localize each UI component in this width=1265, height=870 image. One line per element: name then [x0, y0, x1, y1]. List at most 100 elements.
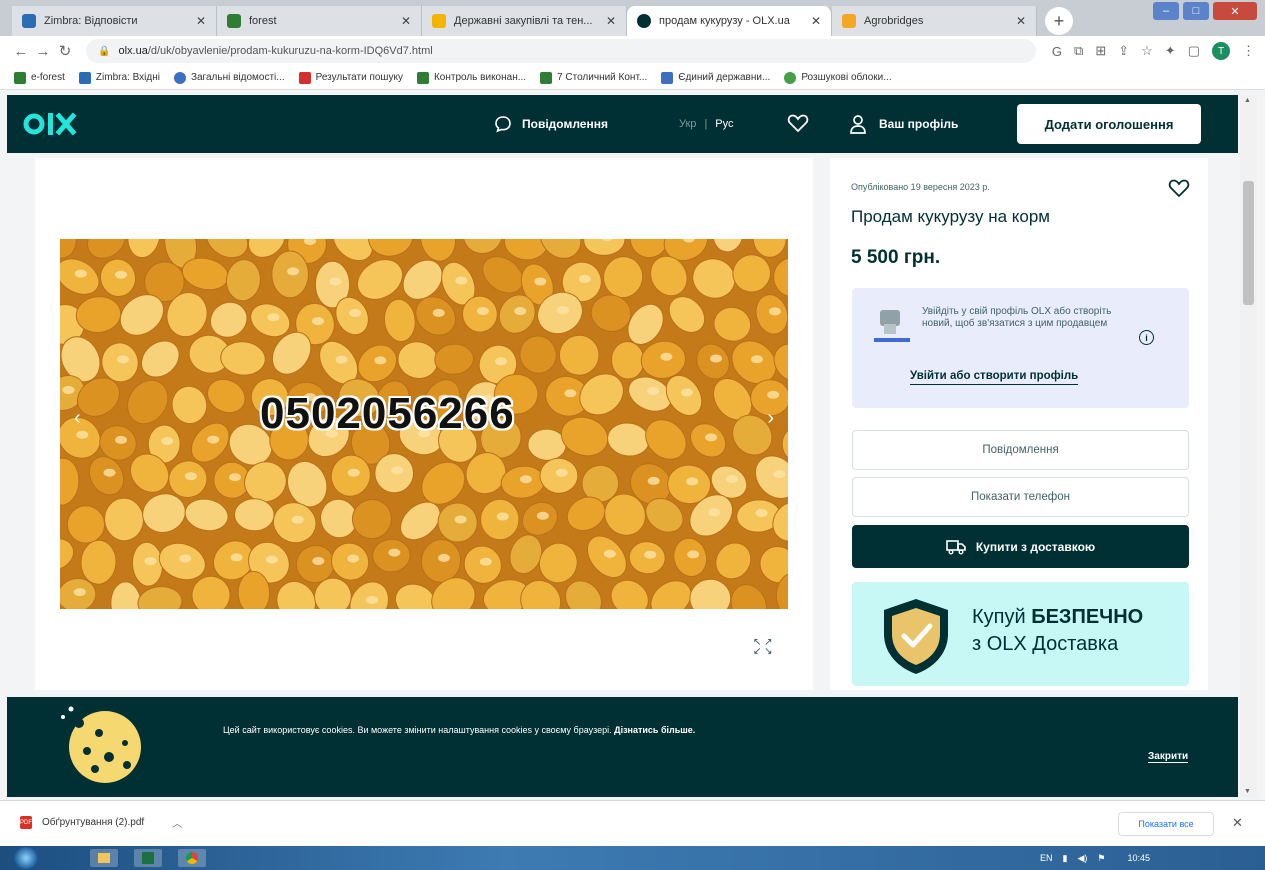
- bookmark-item[interactable]: 7 Столичний Конт...: [540, 71, 647, 84]
- browser-tab[interactable]: Zimbra: Відповісти ✕: [12, 6, 217, 36]
- listing-photo[interactable]: 0502056266 ‹ ›: [60, 239, 788, 609]
- start-button[interactable]: [14, 847, 38, 869]
- windows-taskbar: EN ▮ ◀) ⚑ 10:45: [0, 846, 1265, 870]
- add-to-favorites-heart-icon[interactable]: [1168, 178, 1190, 201]
- taskbar-excel-icon[interactable]: [134, 849, 162, 867]
- cookie-close-button[interactable]: Закрити: [1148, 751, 1189, 763]
- bookmark-icon: [173, 71, 186, 84]
- close-icon[interactable]: ✕: [811, 14, 821, 28]
- lang-rus[interactable]: Рус: [715, 118, 733, 130]
- user-icon: [850, 115, 866, 134]
- bookmark-item[interactable]: e-forest: [14, 71, 65, 84]
- show-all-downloads-button[interactable]: Показати все: [1118, 812, 1214, 836]
- bookmark-icon: [416, 71, 429, 84]
- bookmark-item[interactable]: Єдиний державни...: [661, 71, 770, 84]
- system-tray: EN ▮ ◀) ⚑ 10:45: [1040, 846, 1150, 870]
- chat-bubble-icon: [495, 116, 511, 133]
- delivery-truck-icon: [946, 539, 966, 554]
- close-icon[interactable]: ✕: [606, 14, 616, 28]
- url-input[interactable]: 🔒 olx.ua/d/uk/obyavlenie/prodam-kukuruzu…: [86, 39, 1036, 63]
- phone-number-overlay: 0502056266: [260, 389, 515, 438]
- cookie-icon: [61, 706, 141, 783]
- bookmark-item[interactable]: Загальні відомості...: [173, 71, 285, 84]
- bookmark-item[interactable]: Контроль виконан...: [416, 71, 526, 84]
- bookmark-item[interactable]: Zimbra: Вхідні: [78, 71, 160, 84]
- taskbar-chrome-icon[interactable]: [178, 849, 206, 867]
- show-phone-button[interactable]: Показати телефон: [852, 477, 1189, 517]
- lang-separator: |: [704, 118, 708, 130]
- cookie-banner: Цей сайт використовує cookies. Ви можете…: [7, 697, 1238, 797]
- messages-label: Повідомлення: [522, 117, 608, 131]
- fullscreen-expand-icon[interactable]: ↖ ↗ ↙ ↘: [753, 638, 773, 657]
- browser-tab-strip: Zimbra: Відповісти ✕ forest ✕ Державні з…: [0, 0, 1265, 36]
- page-scrollbar[interactable]: ▲ ▼: [1240, 95, 1257, 797]
- minimize-button[interactable]: –: [1153, 2, 1179, 20]
- forest-favicon: [227, 14, 241, 28]
- info-icon[interactable]: i: [1139, 330, 1154, 345]
- prozorro-favicon: [432, 14, 446, 28]
- buy-with-delivery-label: Купити з доставкою: [975, 539, 1096, 554]
- translate-icon[interactable]: ⊞: [1095, 43, 1106, 59]
- language-indicator[interactable]: EN: [1040, 853, 1053, 863]
- next-photo-arrow-icon[interactable]: ›: [767, 407, 774, 430]
- menu-dots-icon[interactable]: ⋮: [1242, 43, 1255, 59]
- scroll-up-arrow-icon[interactable]: ▲: [1244, 97, 1251, 104]
- chevron-up-icon[interactable]: ︿: [172, 815, 182, 830]
- upload-icon[interactable]: ⇪: [1118, 43, 1129, 59]
- back-arrow-icon[interactable]: ←: [10, 43, 32, 60]
- window-close-button[interactable]: ✕: [1213, 2, 1257, 20]
- buy-with-delivery-button[interactable]: Купити з доставкою: [852, 525, 1189, 568]
- scroll-down-arrow-icon[interactable]: ▼: [1244, 788, 1251, 795]
- share-icon[interactable]: ⧉: [1074, 43, 1083, 59]
- scrollbar-thumb[interactable]: [1243, 181, 1254, 305]
- maximize-button[interactable]: □: [1183, 2, 1209, 20]
- reload-icon[interactable]: ↻: [54, 42, 76, 60]
- tab-label: Державні закупівлі та тен...: [454, 15, 593, 27]
- clock[interactable]: 10:45: [1127, 853, 1150, 863]
- browser-tab-active[interactable]: продам кукурузу - OLX.ua ✕: [627, 6, 832, 36]
- browser-tab[interactable]: Державні закупівлі та тен... ✕: [422, 6, 627, 36]
- message-button[interactable]: Повідомлення: [852, 430, 1189, 470]
- action-center-flag-icon[interactable]: ⚑: [1097, 853, 1105, 864]
- profile-avatar[interactable]: T: [1212, 42, 1230, 60]
- header-profile-link[interactable]: Ваш профіль: [849, 95, 958, 153]
- bookmark-icon: [298, 71, 311, 84]
- seller-illustration-icon: [874, 310, 910, 342]
- close-icon[interactable]: ✕: [401, 14, 411, 28]
- bookmark-item[interactable]: Розшукові облоки...: [784, 71, 892, 84]
- network-icon[interactable]: ▮: [1063, 853, 1068, 864]
- safe-delivery-promo[interactable]: Купуй БЕЗПЕЧНО з OLX Доставка: [852, 582, 1189, 686]
- download-item[interactable]: PDF Обґрунтування (2).pdf ︿: [20, 815, 182, 830]
- listing-price: 5 500 грн.: [851, 247, 941, 268]
- forward-arrow-icon[interactable]: →: [32, 43, 54, 60]
- lang-ukr[interactable]: Укр: [679, 118, 696, 130]
- browser-tab[interactable]: Agrobridges ✕: [832, 6, 1037, 36]
- tab-label: Agrobridges: [864, 15, 924, 27]
- login-or-register-link[interactable]: Увійти або створити профіль: [910, 370, 1079, 385]
- olx-favicon: [637, 14, 651, 28]
- login-prompt-box: Увійдіть у свій профіль OLX або створіть…: [852, 288, 1189, 408]
- zimbra-favicon: [22, 14, 36, 28]
- close-icon[interactable]: ✕: [1232, 815, 1243, 831]
- browser-tab[interactable]: forest ✕: [217, 6, 422, 36]
- close-icon[interactable]: ✕: [196, 14, 206, 28]
- profile-label: Ваш профіль: [879, 117, 959, 131]
- new-tab-button[interactable]: +: [1045, 7, 1073, 35]
- star-icon[interactable]: ☆: [1141, 43, 1153, 59]
- google-icon[interactable]: G: [1052, 44, 1062, 59]
- site-header: Повідомлення Укр | Рус Ваш профіль Додат…: [7, 95, 1238, 153]
- volume-icon[interactable]: ◀): [1077, 853, 1087, 864]
- close-icon[interactable]: ✕: [1016, 14, 1026, 28]
- puzzle-icon[interactable]: ✦: [1165, 43, 1176, 59]
- add-listing-button[interactable]: Додати оголошення: [1017, 104, 1201, 144]
- olx-logo[interactable]: [23, 111, 85, 137]
- pdf-file-icon: PDF: [20, 816, 32, 829]
- taskbar-explorer-icon[interactable]: [90, 849, 118, 867]
- cookie-learn-more-link[interactable]: Дізнатись більше.: [614, 725, 695, 735]
- header-messages-link[interactable]: Повідомлення: [494, 95, 608, 153]
- previous-photo-arrow-icon[interactable]: ‹: [74, 407, 81, 430]
- listing-sidebar: Опубліковано 19 вересня 2023 р. Продам к…: [830, 158, 1208, 690]
- bookmark-item[interactable]: Результати пошуку: [298, 71, 403, 84]
- sidepanel-icon[interactable]: ▢: [1188, 43, 1200, 59]
- favorites-heart-icon[interactable]: [787, 113, 809, 136]
